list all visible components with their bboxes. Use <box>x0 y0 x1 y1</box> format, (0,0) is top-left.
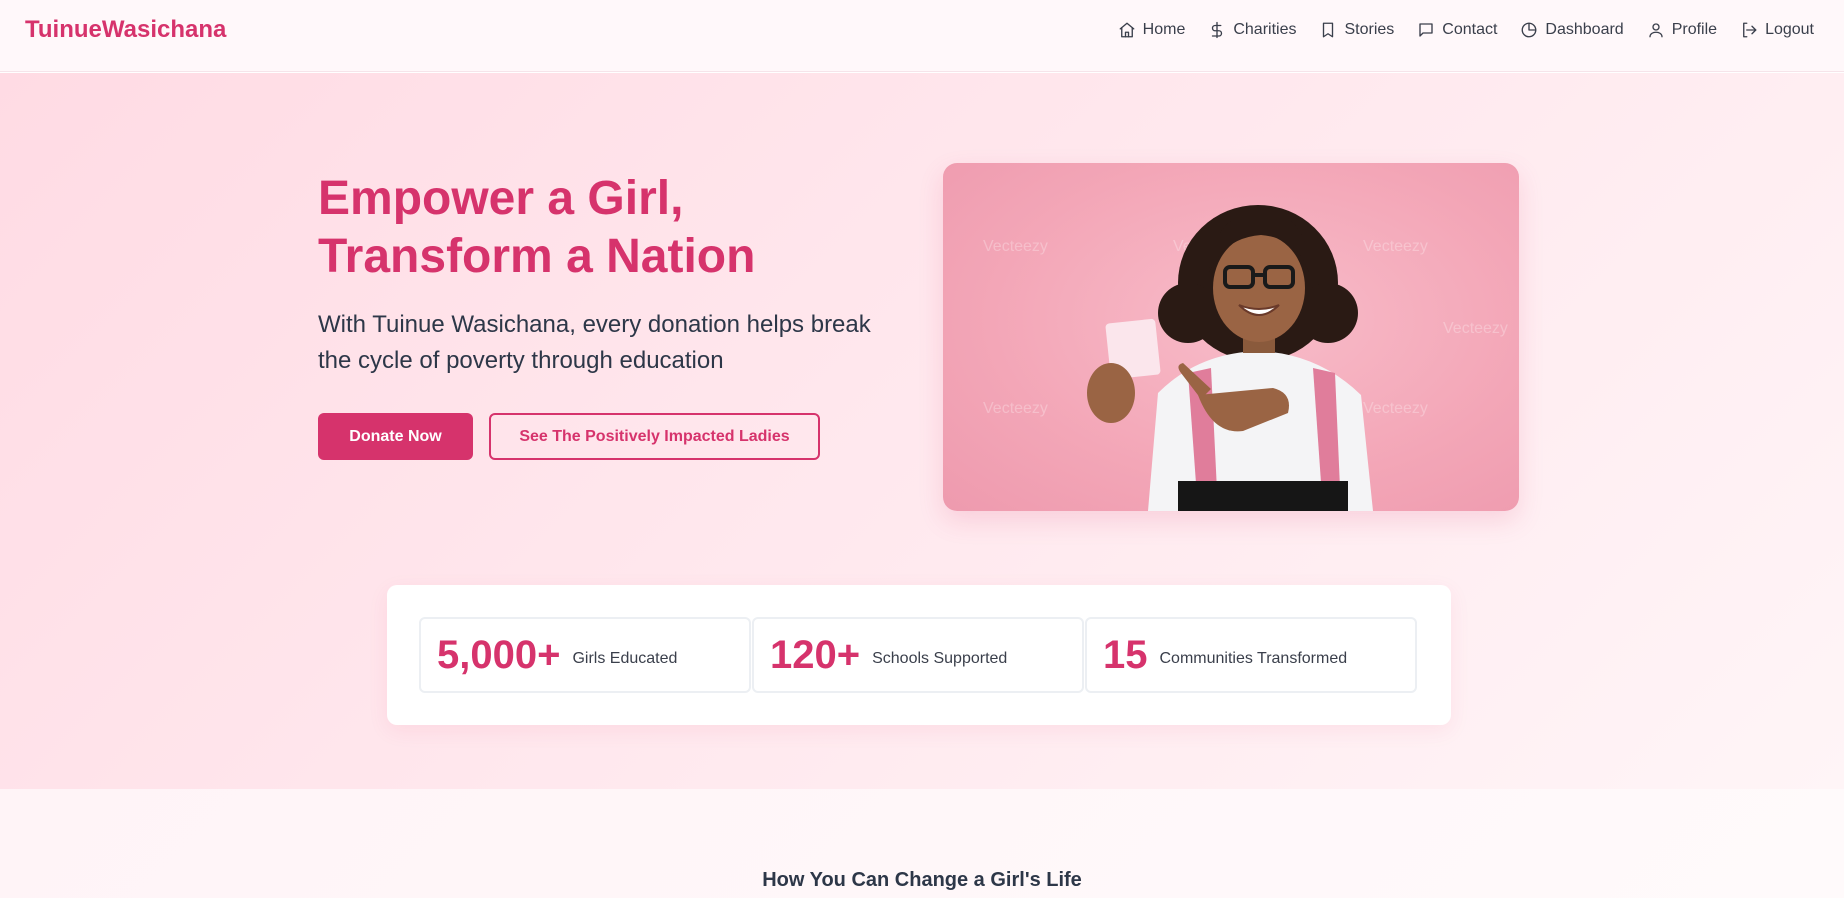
nav-label-charities: Charities <box>1233 21 1297 38</box>
hero-title: Empower a Girl, Transform a Nation <box>318 172 756 283</box>
nav-label-contact: Contact <box>1442 21 1498 38</box>
pie-chart-icon <box>1522 22 1537 38</box>
message-icon <box>1419 23 1433 37</box>
donate-now-button[interactable]: Donate Now <box>318 413 473 460</box>
impacted-ladies-button[interactable]: See The Positively Impacted Ladies <box>489 413 820 460</box>
nav-item-logout[interactable]: Logout <box>1740 19 1814 41</box>
hero-image: Vecteezy Vecteezy Vecteezy Vecteezy Vect… <box>943 163 1519 511</box>
nav-label-home: Home <box>1142 21 1186 38</box>
navbar: TuinueWasichana Home Charities Stories C… <box>0 0 1844 72</box>
stat-value: 120+ <box>770 632 861 677</box>
stat-label: Girls Educated <box>572 650 678 667</box>
nav-item-home[interactable]: Home <box>1118 19 1186 41</box>
hero-subtitle: With Tuinue Wasichana, every donation he… <box>318 311 871 374</box>
nav-item-contact[interactable]: Contact <box>1417 19 1497 41</box>
nav-item-profile[interactable]: Profile <box>1647 19 1717 41</box>
stat-communities-transformed: 15 Communities Transformed <box>1085 617 1417 693</box>
brand-logo[interactable]: TuinueWasichana <box>25 16 226 44</box>
watermark-text: Vecteezy <box>1363 400 1428 417</box>
girl-illustration: Vecteezy Vecteezy Vecteezy Vecteezy Vect… <box>983 205 1508 511</box>
how-to-help-section: How You Can Change a Girl's Life <box>0 789 1844 898</box>
watermark-text: Vecteezy <box>1363 238 1428 255</box>
stats-card: 5,000+ Girls Educated 120+ Schools Suppo… <box>387 585 1451 725</box>
stat-label: Schools Supported <box>872 650 1008 667</box>
nav-label-logout: Logout <box>1765 21 1814 38</box>
nav-label-profile: Profile <box>1671 21 1718 38</box>
nav-links: Home Charities Stories Contact Dashboard… <box>1095 19 1814 41</box>
logout-icon <box>1743 22 1757 38</box>
nav-item-charities[interactable]: Charities <box>1208 19 1296 41</box>
stat-schools-supported: 120+ Schools Supported <box>752 617 1084 693</box>
nav-item-stories[interactable]: Stories <box>1319 19 1394 41</box>
stat-girls-educated: 5,000+ Girls Educated <box>419 617 751 693</box>
stat-value: 5,000+ <box>437 632 561 677</box>
home-icon <box>1119 22 1135 38</box>
section-title: How You Can Change a Girl's Life <box>762 869 1082 891</box>
nav-label-stories: Stories <box>1344 21 1395 38</box>
watermark-text: Vecteezy <box>983 400 1048 417</box>
bookmark-icon <box>1323 22 1334 38</box>
watermark-text: Vecteezy <box>983 238 1048 255</box>
nav-label-dashboard: Dashboard <box>1545 21 1624 38</box>
stat-value: 15 <box>1103 632 1148 677</box>
stat-label: Communities Transformed <box>1159 650 1348 667</box>
dollar-icon <box>1212 21 1223 39</box>
hero-section: Empower a Girl, Transform a Nation With … <box>0 73 1844 789</box>
user-icon <box>1649 23 1663 38</box>
nav-item-dashboard[interactable]: Dashboard <box>1520 19 1624 41</box>
watermark-text: Vecteezy <box>1443 320 1508 337</box>
